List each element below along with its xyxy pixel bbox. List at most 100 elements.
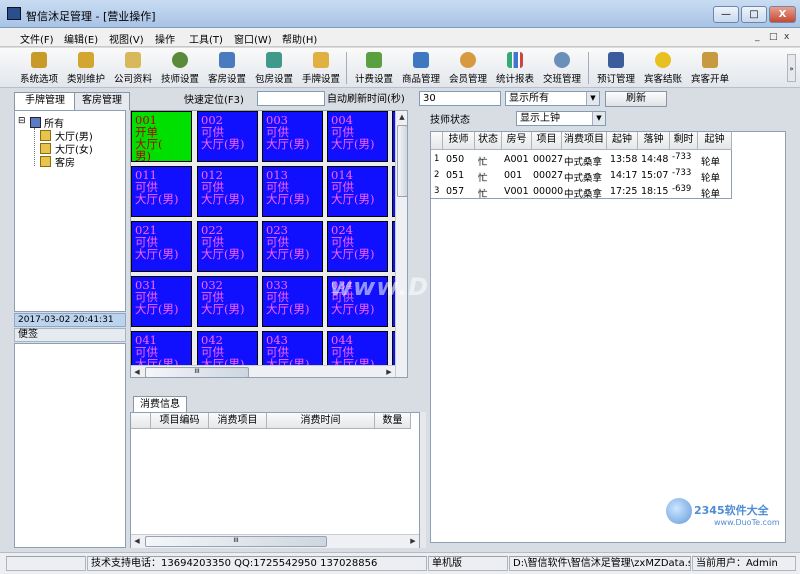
refresh-interval-input[interactable]: 30 bbox=[419, 91, 501, 106]
menu-view[interactable]: 视图(V) bbox=[109, 31, 144, 46]
room-tile[interactable]: 004 可供 大厅(男) bbox=[327, 111, 388, 162]
hand-card-button[interactable]: 手牌设置 bbox=[296, 50, 346, 86]
room-area: 大厅(男) bbox=[331, 192, 375, 206]
mdi-minimize-button[interactable]: _ bbox=[755, 32, 760, 42]
maximize-button[interactable]: □ bbox=[741, 6, 767, 23]
column-header[interactable]: 落钟 bbox=[638, 132, 670, 150]
scroll-thumb[interactable] bbox=[397, 125, 407, 197]
member-icon bbox=[460, 52, 476, 68]
room-tile[interactable]: 021 可供 大厅(男) bbox=[131, 221, 192, 272]
room-tile[interactable]: 001 开单 大厅(男) bbox=[131, 111, 192, 162]
room-tile[interactable]: 012 可供 大厅(男) bbox=[197, 166, 258, 217]
column-header[interactable]: 项目编码 bbox=[151, 413, 209, 429]
tab-room[interactable]: 客房管理 bbox=[74, 92, 130, 110]
system-options-button[interactable]: 系统选项 bbox=[14, 50, 64, 86]
billing-button[interactable]: 计费设置 bbox=[349, 50, 399, 86]
room-area: 大厅(男) bbox=[135, 302, 179, 316]
menu-operate[interactable]: 操作 bbox=[155, 31, 175, 46]
scroll-right-icon[interactable]: ▶ bbox=[383, 366, 395, 377]
consumption-horizontal-scrollbar[interactable]: ◀ III ▶ bbox=[131, 534, 419, 548]
table-cell: -733 bbox=[672, 152, 692, 162]
column-header[interactable]: 起钟 bbox=[607, 132, 638, 150]
mdi-close-button[interactable]: x bbox=[784, 32, 789, 42]
column-header[interactable]: 消费时间 bbox=[267, 413, 375, 429]
tree-expander-icon[interactable]: ⊟ bbox=[18, 116, 26, 126]
company-button[interactable]: 公司资料 bbox=[108, 50, 158, 86]
table-row[interactable]: 1 050 忙 A001 00027 中式桑拿 13:58 14:48 -733 轮单 bbox=[431, 152, 731, 168]
column-header[interactable]: 状态 bbox=[475, 132, 502, 150]
current-user: 当前用户：Admin bbox=[692, 556, 796, 571]
checkout-button[interactable]: 宾客结账 bbox=[638, 50, 688, 86]
menu-edit[interactable]: 编辑(E) bbox=[64, 31, 98, 46]
room-tile[interactable]: 032 可供 大厅(男) bbox=[197, 276, 258, 327]
room-tile[interactable]: 033 可供 大厅(男) bbox=[262, 276, 323, 327]
quick-locate-input[interactable] bbox=[257, 91, 325, 106]
minimize-button[interactable]: — bbox=[713, 6, 739, 23]
column-header[interactable]: 剩时 bbox=[670, 132, 698, 150]
grid-vertical-scrollbar[interactable]: ▲ bbox=[395, 111, 407, 377]
table-row[interactable]: 3 057 忙 V001 00000 中式桑拿 17:25 18:15 -639 轮单 bbox=[431, 184, 731, 200]
toolbar-overflow-icon[interactable]: » bbox=[787, 54, 796, 82]
table-cell: 17:25 bbox=[610, 186, 638, 197]
chart-icon bbox=[507, 52, 523, 68]
column-header[interactable]: 起钟 bbox=[698, 132, 732, 150]
table-cell: 2 bbox=[434, 170, 440, 180]
toolbar-separator bbox=[588, 52, 589, 84]
column-header[interactable]: 消费项目 bbox=[209, 413, 267, 429]
table-cell: 00000 bbox=[533, 186, 564, 197]
menu-window[interactable]: 窗口(W) bbox=[234, 31, 272, 46]
shift-button[interactable]: 交班管理 bbox=[537, 50, 587, 86]
tree-item-guestroom[interactable]: 客房 bbox=[55, 154, 75, 169]
splitter[interactable] bbox=[420, 412, 426, 548]
technician-button[interactable]: 技师设置 bbox=[155, 50, 205, 86]
table-cell: 14:17 bbox=[610, 170, 638, 181]
scroll-left-icon[interactable]: ◀ bbox=[131, 535, 143, 547]
open-bill-button[interactable]: 宾客开单 bbox=[685, 50, 735, 86]
refresh-button[interactable]: 刷新 bbox=[605, 91, 667, 107]
logo-brand: 2345软件大全 bbox=[694, 504, 769, 517]
display-filter-select[interactable]: 显示所有 ▼ bbox=[505, 91, 600, 106]
table-cell: A001 bbox=[504, 154, 529, 165]
column-header[interactable]: 消费项目 bbox=[562, 132, 607, 150]
room-setting-button[interactable]: 客房设置 bbox=[202, 50, 252, 86]
scroll-thumb[interactable]: III bbox=[145, 536, 327, 547]
room-tile[interactable]: 014 可供 大厅(男) bbox=[327, 166, 388, 217]
category-button[interactable]: 类别维护 bbox=[61, 50, 111, 86]
report-button[interactable]: 统计报表 bbox=[490, 50, 540, 86]
private-room-button[interactable]: 包房设置 bbox=[249, 50, 299, 86]
close-button[interactable]: X bbox=[769, 6, 796, 23]
grid-horizontal-scrollbar[interactable]: ◀ III ▶ bbox=[131, 365, 395, 377]
room-tile[interactable]: 031 可供 大厅(男) bbox=[131, 276, 192, 327]
scroll-up-icon[interactable]: ▲ bbox=[396, 111, 407, 123]
menu-file[interactable]: 文件(F) bbox=[20, 31, 54, 46]
column-header[interactable]: 项目 bbox=[532, 132, 562, 150]
room-tile[interactable]: 003 可供 大厅(男) bbox=[262, 111, 323, 162]
scroll-thumb[interactable]: III bbox=[145, 367, 249, 377]
column-header[interactable]: 房号 bbox=[502, 132, 532, 150]
mdi-restore-button[interactable]: □ bbox=[769, 32, 778, 42]
table-cell: 中式桑拿 bbox=[564, 157, 603, 168]
menu-help[interactable]: 帮助(H) bbox=[282, 31, 317, 46]
scroll-right-icon[interactable]: ▶ bbox=[407, 535, 419, 547]
room-tile[interactable]: 024 可供 大厅(男) bbox=[327, 221, 388, 272]
member-button[interactable]: 会员管理 bbox=[443, 50, 493, 86]
room-tile[interactable]: 011 可供 大厅(男) bbox=[131, 166, 192, 217]
tech-filter-select[interactable]: 显示上钟 ▼ bbox=[516, 111, 606, 126]
table-cell: 忙 bbox=[478, 189, 488, 200]
menu-tools[interactable]: 工具(T) bbox=[189, 31, 223, 46]
column-header[interactable]: 技师 bbox=[443, 132, 475, 150]
reservation-button[interactable]: 预订管理 bbox=[591, 50, 641, 86]
table-cell: 轮单 bbox=[701, 173, 721, 184]
room-tile[interactable]: 023 可供 大厅(男) bbox=[262, 221, 323, 272]
tab-hand-card[interactable]: 手牌管理 bbox=[14, 92, 76, 110]
room-tile[interactable]: 002 可供 大厅(男) bbox=[197, 111, 258, 162]
scroll-left-icon[interactable]: ◀ bbox=[131, 366, 143, 377]
table-row[interactable]: 2 051 忙 001 00027 中式桑拿 14:17 15:07 -733 轮单 bbox=[431, 168, 731, 184]
table-cell: 050 bbox=[446, 154, 465, 165]
memo-area[interactable] bbox=[14, 343, 126, 548]
room-tile[interactable]: 022 可供 大厅(男) bbox=[197, 221, 258, 272]
column-header[interactable]: 数量 bbox=[375, 413, 411, 429]
room-area: 大厅(男) bbox=[201, 192, 245, 206]
room-tile[interactable]: 013 可供 大厅(男) bbox=[262, 166, 323, 217]
goods-button[interactable]: 商品管理 bbox=[396, 50, 446, 86]
